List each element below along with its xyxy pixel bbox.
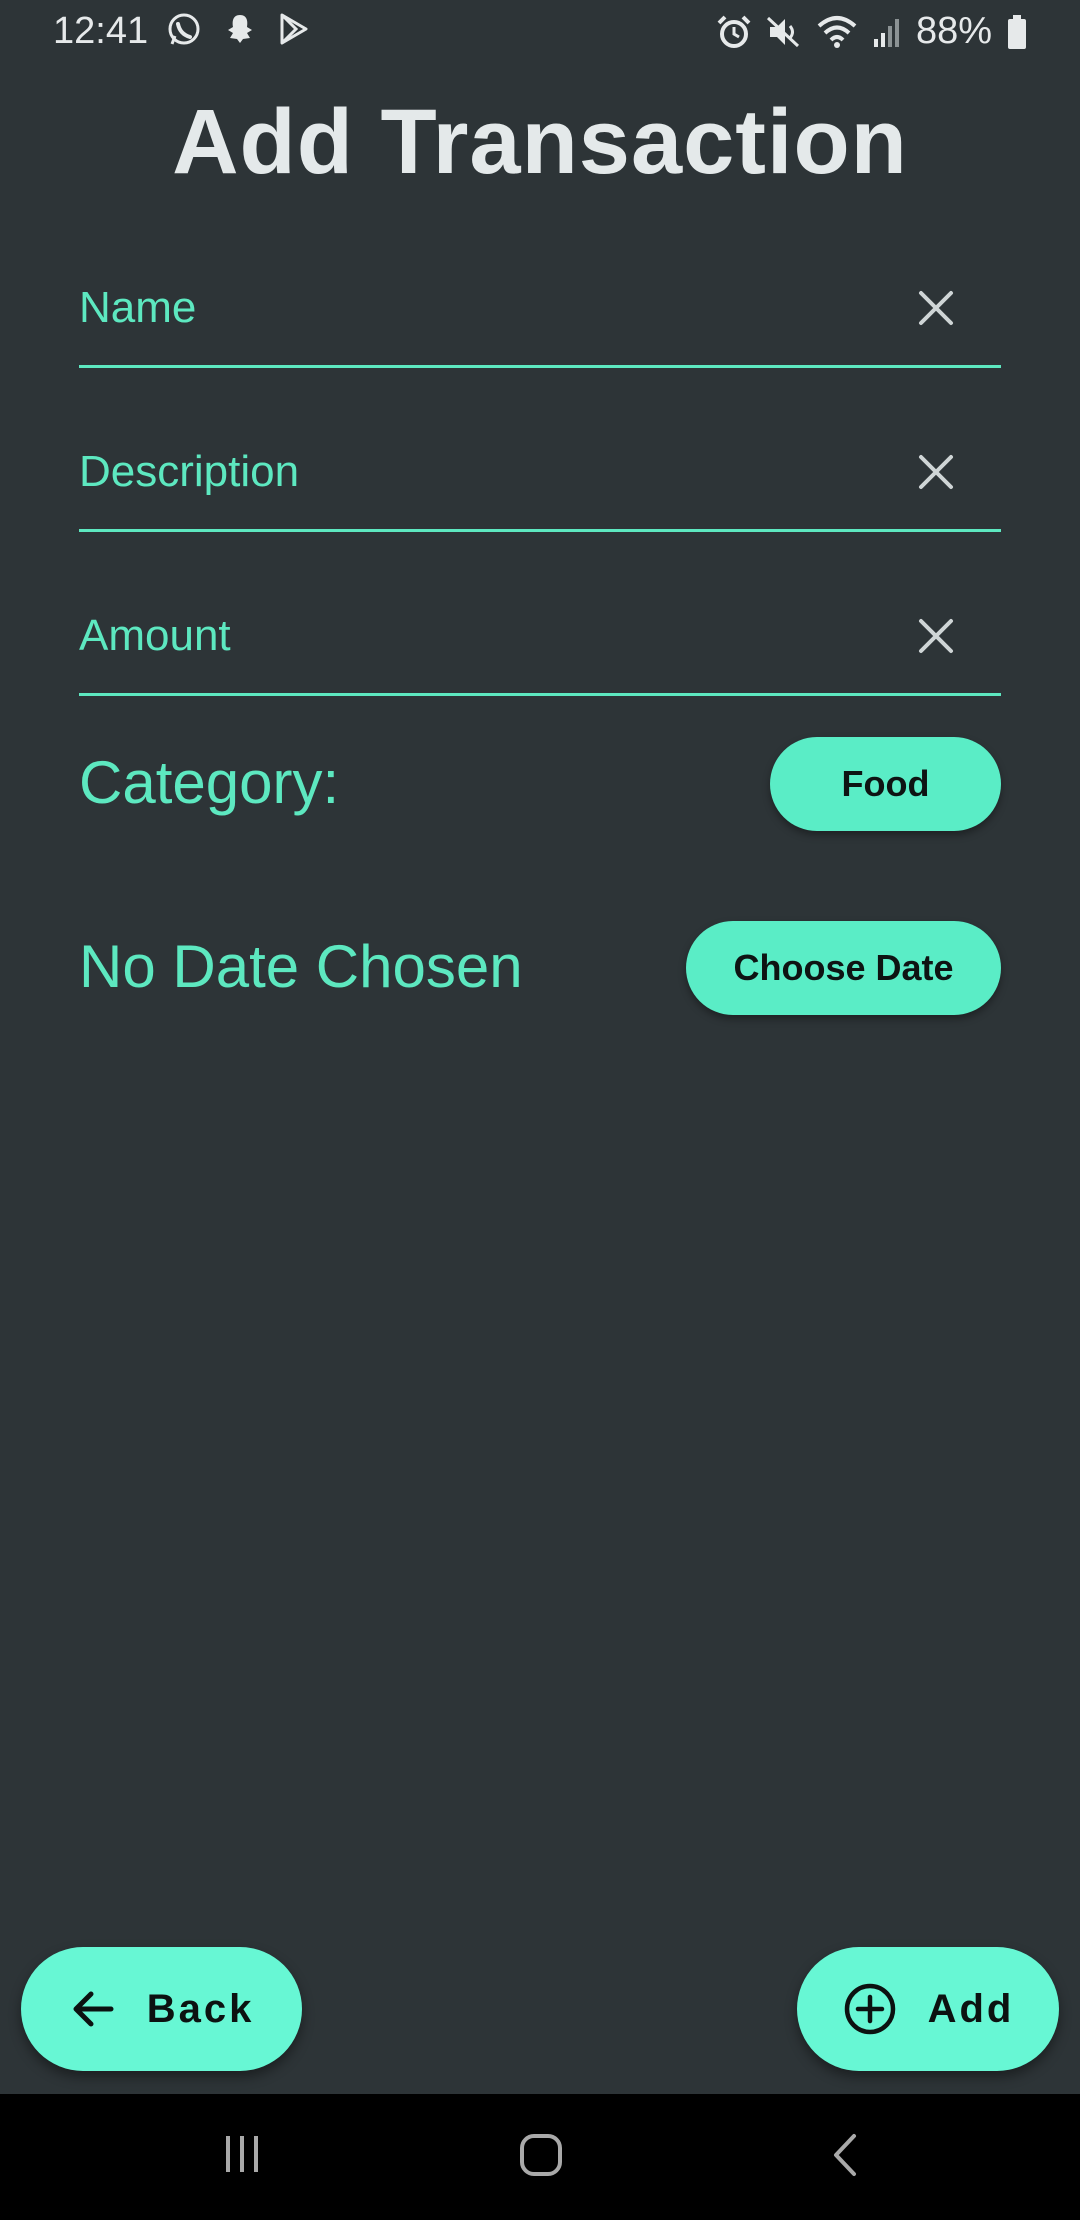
back-button[interactable]: Back [21, 1947, 302, 2071]
close-icon [919, 455, 953, 489]
add-button[interactable]: Add [797, 1947, 1059, 2071]
arrow-left-icon [73, 1991, 114, 2027]
choose-date-button[interactable]: Choose Date [686, 921, 1001, 1015]
notification-icons [166, 12, 310, 48]
whatsapp-icon [166, 12, 202, 48]
amount-field[interactable]: Amount [79, 583, 1001, 696]
nav-back-button[interactable] [826, 2132, 866, 2183]
page-title: Add Transaction [172, 91, 908, 193]
recent-apps-icon [226, 2136, 258, 2172]
close-icon [919, 291, 953, 325]
clear-amount-button[interactable] [913, 613, 959, 659]
navigation-bar [0, 2094, 1080, 2220]
add-button-label: Add [927, 1986, 1015, 2031]
home-button[interactable] [518, 2132, 564, 2183]
date-label: No Date Chosen [79, 933, 523, 1000]
back-button-label: Back [146, 1986, 255, 2031]
recent-apps-button[interactable] [220, 2132, 264, 2181]
close-icon [919, 619, 953, 653]
mute-icon [766, 14, 802, 50]
battery-icon [1006, 14, 1028, 50]
snapchat-icon [224, 12, 256, 48]
play-store-icon [278, 12, 310, 48]
category-label: Category: [79, 749, 340, 816]
name-input[interactable] [79, 275, 903, 347]
category-button[interactable]: Food [770, 737, 1001, 831]
battery-percentage: 88% [915, 10, 992, 52]
amount-input[interactable] [79, 603, 903, 675]
home-icon [520, 2134, 562, 2176]
name-field[interactable]: Name [79, 255, 1001, 368]
clear-name-button[interactable] [913, 285, 959, 331]
add-circle-icon [844, 1983, 895, 2035]
back-icon [834, 2134, 856, 2176]
status-right: 88% [716, 10, 1028, 53]
description-input[interactable] [79, 439, 903, 511]
status-time: 12:41 [53, 10, 149, 52]
status-bar: 12:41 88% [0, 0, 1080, 64]
description-field[interactable]: Description [79, 419, 1001, 532]
wifi-icon [816, 14, 858, 50]
clear-description-button[interactable] [913, 449, 959, 495]
signal-icon [872, 15, 902, 49]
alarm-icon [716, 14, 752, 50]
